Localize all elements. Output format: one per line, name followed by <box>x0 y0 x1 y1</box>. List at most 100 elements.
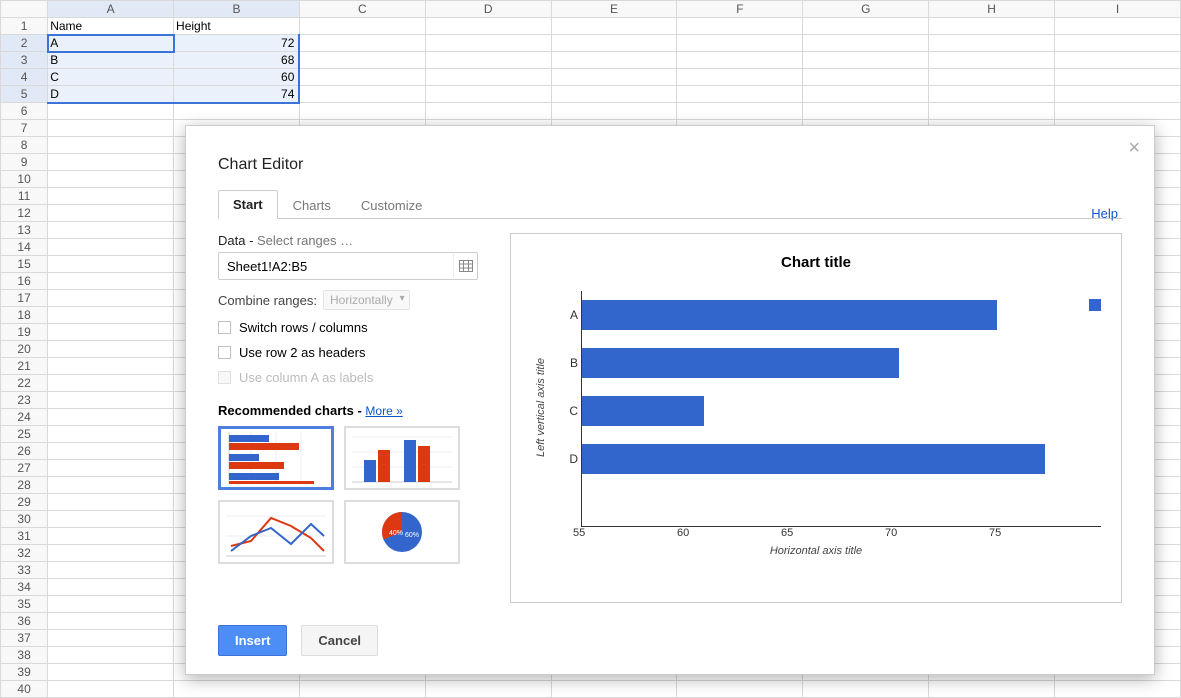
row-header-36[interactable]: 36 <box>1 613 48 630</box>
cell-A1[interactable]: Name <box>48 18 174 35</box>
cell-H6[interactable] <box>929 103 1055 120</box>
col-header-C[interactable]: C <box>299 1 425 18</box>
col-header-I[interactable]: I <box>1055 1 1181 18</box>
cell-B3[interactable]: 68 <box>174 52 300 69</box>
row-header-11[interactable]: 11 <box>1 188 48 205</box>
row-header-39[interactable]: 39 <box>1 664 48 681</box>
cell-B4[interactable]: 60 <box>174 69 300 86</box>
row-header-13[interactable]: 13 <box>1 222 48 239</box>
help-link[interactable]: Help <box>1091 206 1118 221</box>
cell-A12[interactable] <box>48 205 174 222</box>
col-header-F[interactable]: F <box>677 1 803 18</box>
cell-G2[interactable] <box>803 35 929 52</box>
cell-E3[interactable] <box>551 52 677 69</box>
cell-C1[interactable] <box>299 18 425 35</box>
cell-C6[interactable] <box>299 103 425 120</box>
cell-D2[interactable] <box>425 35 551 52</box>
cell-F3[interactable] <box>677 52 803 69</box>
cell-A6[interactable] <box>48 103 174 120</box>
cell-I4[interactable] <box>1055 69 1181 86</box>
cell-I2[interactable] <box>1055 35 1181 52</box>
cell-A38[interactable] <box>48 647 174 664</box>
cell-A27[interactable] <box>48 460 174 477</box>
cell-A10[interactable] <box>48 171 174 188</box>
cell-A26[interactable] <box>48 443 174 460</box>
cell-C4[interactable] <box>299 69 425 86</box>
row-header-22[interactable]: 22 <box>1 375 48 392</box>
cell-A35[interactable] <box>48 596 174 613</box>
row-header-25[interactable]: 25 <box>1 426 48 443</box>
tab-start[interactable]: Start <box>218 190 278 219</box>
row-header-32[interactable]: 32 <box>1 545 48 562</box>
cell-A17[interactable] <box>48 290 174 307</box>
row-header-35[interactable]: 35 <box>1 596 48 613</box>
cell-A16[interactable] <box>48 273 174 290</box>
cell-A8[interactable] <box>48 137 174 154</box>
cell-B6[interactable] <box>174 103 300 120</box>
cell-D5[interactable] <box>425 86 551 103</box>
row-header-1[interactable]: 1 <box>1 18 48 35</box>
row-header-7[interactable]: 7 <box>1 120 48 137</box>
cell-G4[interactable] <box>803 69 929 86</box>
row-header-16[interactable]: 16 <box>1 273 48 290</box>
cell-D4[interactable] <box>425 69 551 86</box>
cell-D1[interactable] <box>425 18 551 35</box>
cell-F6[interactable] <box>677 103 803 120</box>
use-row2-headers-checkbox[interactable] <box>218 346 231 359</box>
row-header-34[interactable]: 34 <box>1 579 48 596</box>
cell-A15[interactable] <box>48 256 174 273</box>
col-header-B[interactable]: B <box>174 1 300 18</box>
cell-H1[interactable] <box>929 18 1055 35</box>
cell-B5[interactable]: 74 <box>174 86 300 103</box>
cell-I1[interactable] <box>1055 18 1181 35</box>
cell-C5[interactable] <box>299 86 425 103</box>
cell-A29[interactable] <box>48 494 174 511</box>
row-header-37[interactable]: 37 <box>1 630 48 647</box>
row-header-26[interactable]: 26 <box>1 443 48 460</box>
row-header-21[interactable]: 21 <box>1 358 48 375</box>
cell-A30[interactable] <box>48 511 174 528</box>
cell-I6[interactable] <box>1055 103 1181 120</box>
cell-G3[interactable] <box>803 52 929 69</box>
col-header-G[interactable]: G <box>803 1 929 18</box>
row-header-19[interactable]: 19 <box>1 324 48 341</box>
cell-A37[interactable] <box>48 630 174 647</box>
close-icon[interactable]: × <box>1128 138 1140 158</box>
row-header-9[interactable]: 9 <box>1 154 48 171</box>
cell-D6[interactable] <box>425 103 551 120</box>
row-header-14[interactable]: 14 <box>1 239 48 256</box>
cell-A11[interactable] <box>48 188 174 205</box>
row-header-5[interactable]: 5 <box>1 86 48 103</box>
row-header-18[interactable]: 18 <box>1 307 48 324</box>
cell-A22[interactable] <box>48 375 174 392</box>
row-header-23[interactable]: 23 <box>1 392 48 409</box>
tab-charts[interactable]: Charts <box>278 191 346 219</box>
cell-H5[interactable] <box>929 86 1055 103</box>
cell-A33[interactable] <box>48 562 174 579</box>
row-header-6[interactable]: 6 <box>1 103 48 120</box>
cell-E6[interactable] <box>551 103 677 120</box>
cell-A19[interactable] <box>48 324 174 341</box>
cell-A14[interactable] <box>48 239 174 256</box>
cell-H4[interactable] <box>929 69 1055 86</box>
cancel-button[interactable]: Cancel <box>301 625 378 656</box>
col-header-H[interactable]: H <box>929 1 1055 18</box>
cell-F2[interactable] <box>677 35 803 52</box>
cell-A34[interactable] <box>48 579 174 596</box>
cell-A21[interactable] <box>48 358 174 375</box>
thumb-line[interactable] <box>218 500 334 564</box>
cell-F1[interactable] <box>677 18 803 35</box>
cell-I5[interactable] <box>1055 86 1181 103</box>
row-header-17[interactable]: 17 <box>1 290 48 307</box>
cell-G6[interactable] <box>803 103 929 120</box>
row-header-33[interactable]: 33 <box>1 562 48 579</box>
row-header-28[interactable]: 28 <box>1 477 48 494</box>
cell-A31[interactable] <box>48 528 174 545</box>
col-header-A[interactable]: A <box>48 1 174 18</box>
col-header-D[interactable]: D <box>425 1 551 18</box>
cell-H3[interactable] <box>929 52 1055 69</box>
cell-G1[interactable] <box>803 18 929 35</box>
cell-D3[interactable] <box>425 52 551 69</box>
row-header-12[interactable]: 12 <box>1 205 48 222</box>
cell-A9[interactable] <box>48 154 174 171</box>
